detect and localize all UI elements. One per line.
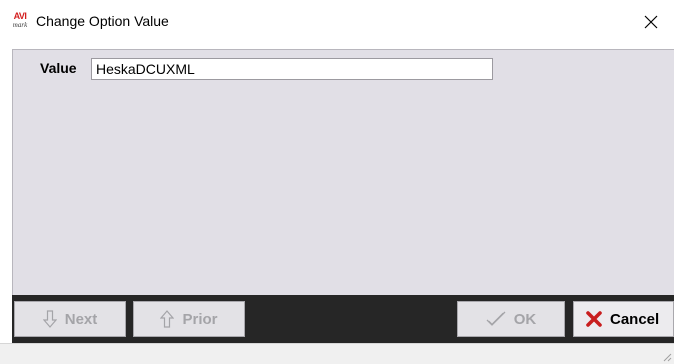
button-bar: Next Prior OK Cancel — [12, 295, 674, 343]
status-bar — [0, 343, 674, 364]
x-icon — [586, 311, 602, 327]
checkmark-icon — [486, 311, 506, 326]
next-button[interactable]: Next — [14, 301, 126, 337]
avi-app-icon: AVI mark — [11, 12, 29, 30]
arrow-up-icon — [160, 310, 175, 328]
dialog-body: Value — [12, 49, 674, 295]
resize-grip-icon[interactable] — [660, 350, 672, 362]
arrow-down-icon — [42, 310, 57, 328]
ok-button[interactable]: OK — [457, 301, 565, 337]
cancel-button[interactable]: Cancel — [573, 301, 674, 337]
close-icon — [644, 15, 658, 28]
close-button[interactable] — [628, 0, 674, 43]
value-label: Value — [40, 60, 77, 76]
app-icon-text-bottom: mark — [12, 21, 28, 29]
change-option-value-dialog: AVI mark Change Option Value Value Next — [0, 0, 674, 364]
prior-button[interactable]: Prior — [133, 301, 245, 337]
title-bar[interactable]: AVI mark Change Option Value — [0, 0, 674, 43]
next-button-label: Next — [64, 310, 98, 328]
value-input[interactable] — [91, 58, 493, 80]
cancel-button-label: Cancel — [610, 310, 660, 328]
window-title: Change Option Value — [36, 13, 169, 29]
app-icon-text-top: AVI — [13, 11, 27, 21]
ok-button-label: OK — [513, 310, 537, 328]
prior-button-label: Prior — [182, 310, 218, 328]
